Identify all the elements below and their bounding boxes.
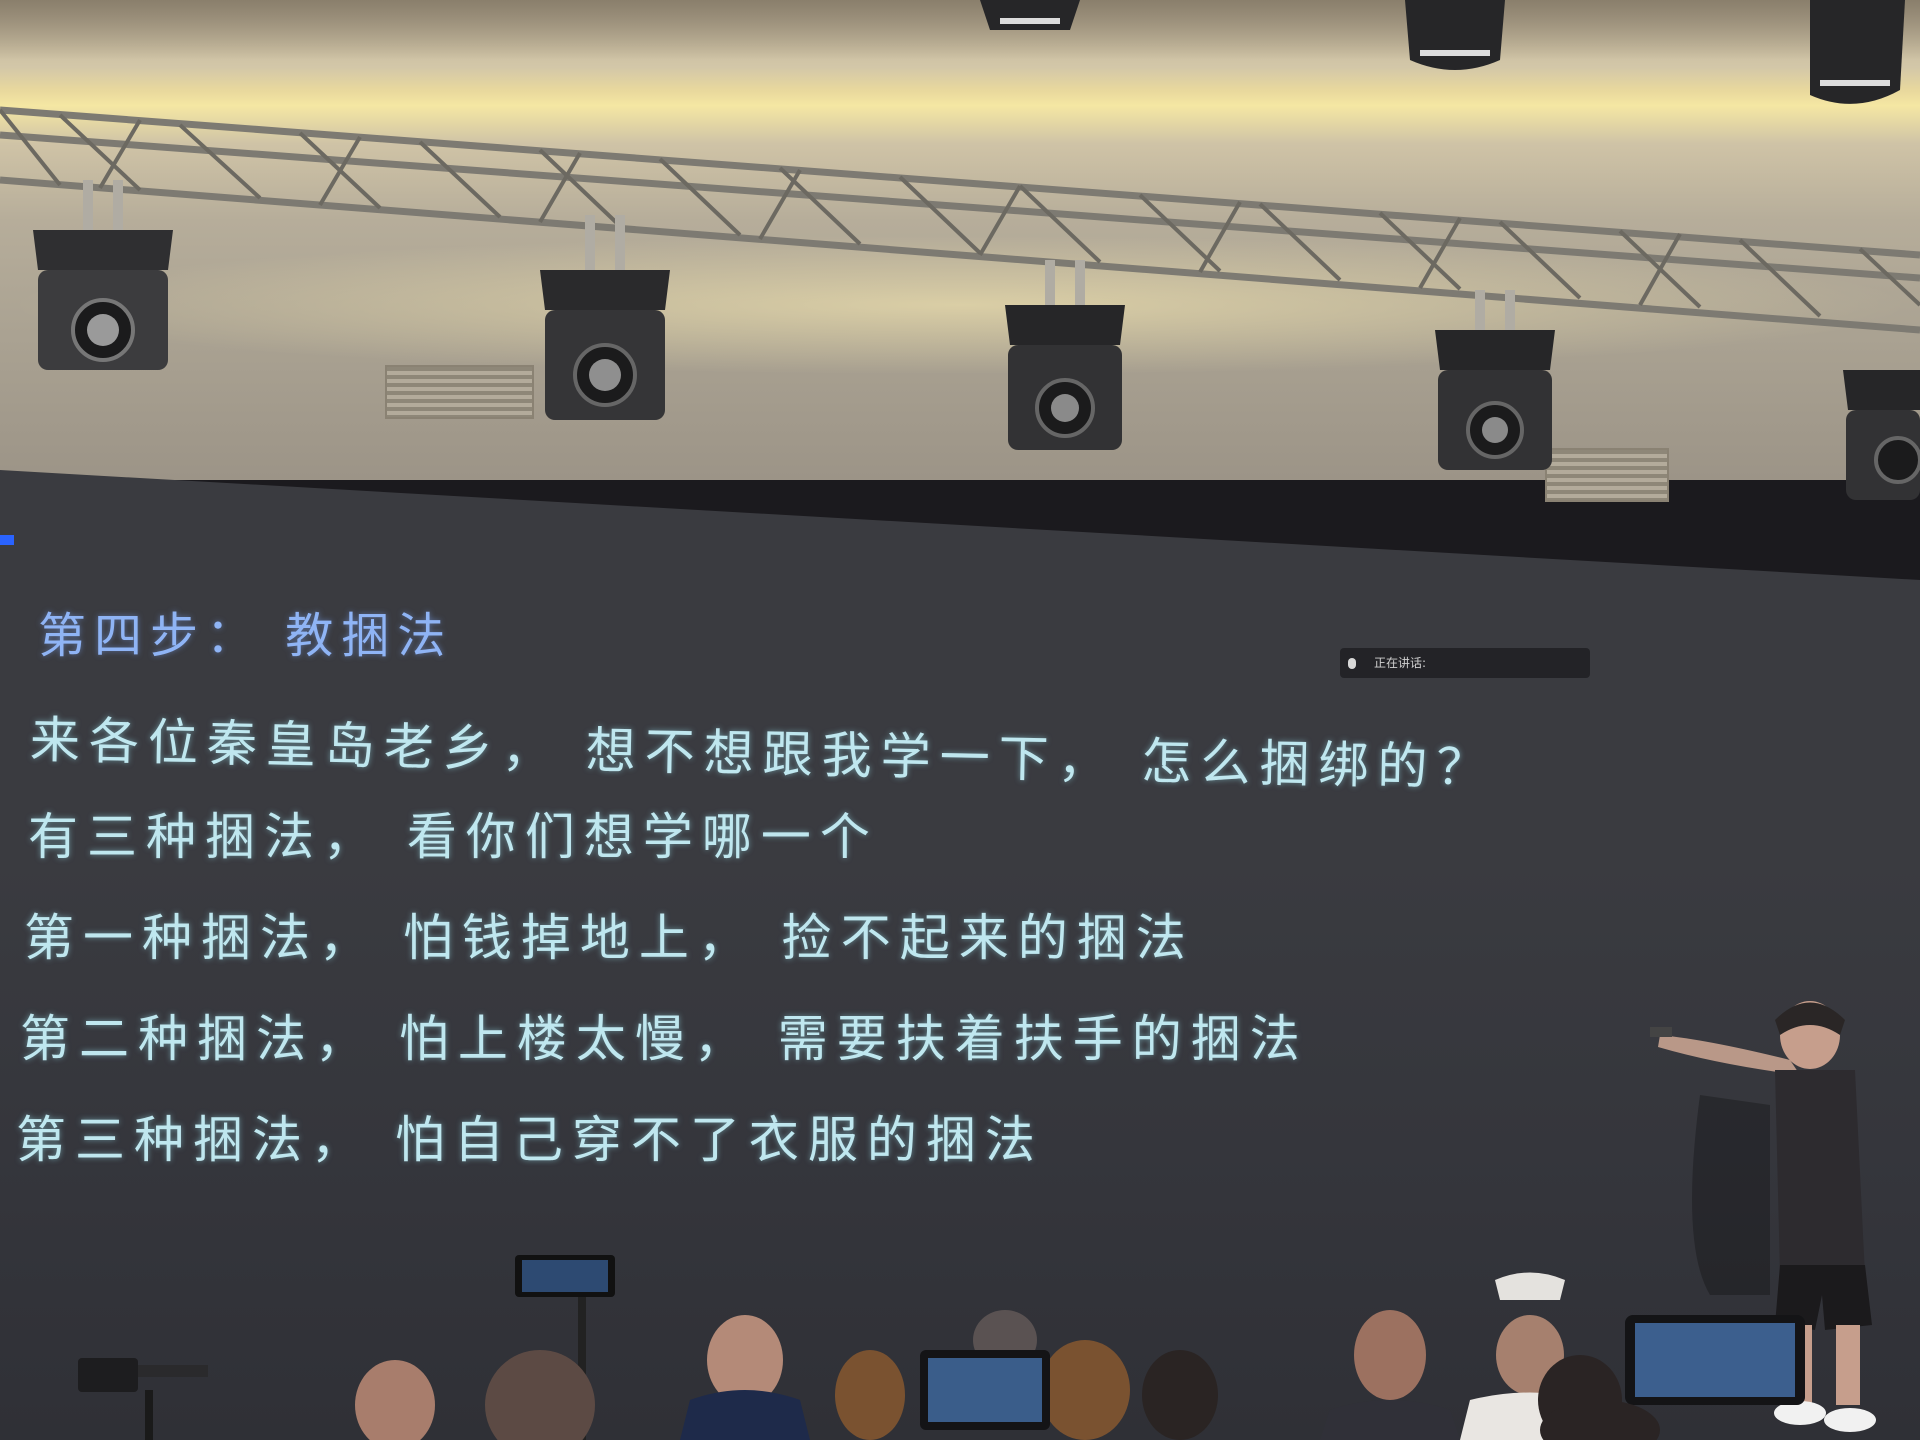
screen-edge-marker bbox=[0, 535, 14, 545]
slide-line-4: 第二种捆法， 怕上楼太慢， 需要扶着扶手的捆法 bbox=[20, 1010, 1309, 1068]
stage-light-top-3 bbox=[1810, 0, 1905, 104]
stage-light-3 bbox=[1005, 260, 1125, 450]
slide-line-5: 第三种捆法， 怕自己穿不了衣服的捆法 bbox=[16, 1111, 1044, 1169]
ceiling-edge bbox=[0, 0, 1920, 60]
stage-light-4 bbox=[1435, 290, 1555, 470]
event-photo: 正在讲话: 第四步： 教捆法 来各位秦皇岛老乡， 想不想跟我学一下， 怎么捆绑的… bbox=[0, 0, 1920, 1440]
slide-line-3: 第一种捆法， 怕钱掉地上， 捡不起来的捆法 bbox=[24, 909, 1195, 967]
audience bbox=[78, 1255, 1805, 1440]
stage-light-2 bbox=[540, 215, 670, 420]
stage-light-1 bbox=[33, 180, 173, 370]
speaking-indicator: 正在讲话: bbox=[1340, 648, 1590, 678]
slide-line-2: 有三种捆法， 看你们想学哪一个 bbox=[28, 808, 879, 866]
lighting-truss bbox=[0, 106, 1920, 334]
speaking-indicator-label: 正在讲话: bbox=[1374, 656, 1427, 670]
microphone-icon bbox=[1348, 658, 1356, 669]
stage-light-top-2 bbox=[1405, 0, 1505, 70]
air-vent-right bbox=[1545, 448, 1669, 502]
stage-light-top-1 bbox=[980, 0, 1080, 30]
stage-light-5 bbox=[1843, 370, 1920, 500]
air-vent-left bbox=[385, 365, 534, 419]
slide-title: 第四步： 教捆法 bbox=[38, 608, 454, 664]
